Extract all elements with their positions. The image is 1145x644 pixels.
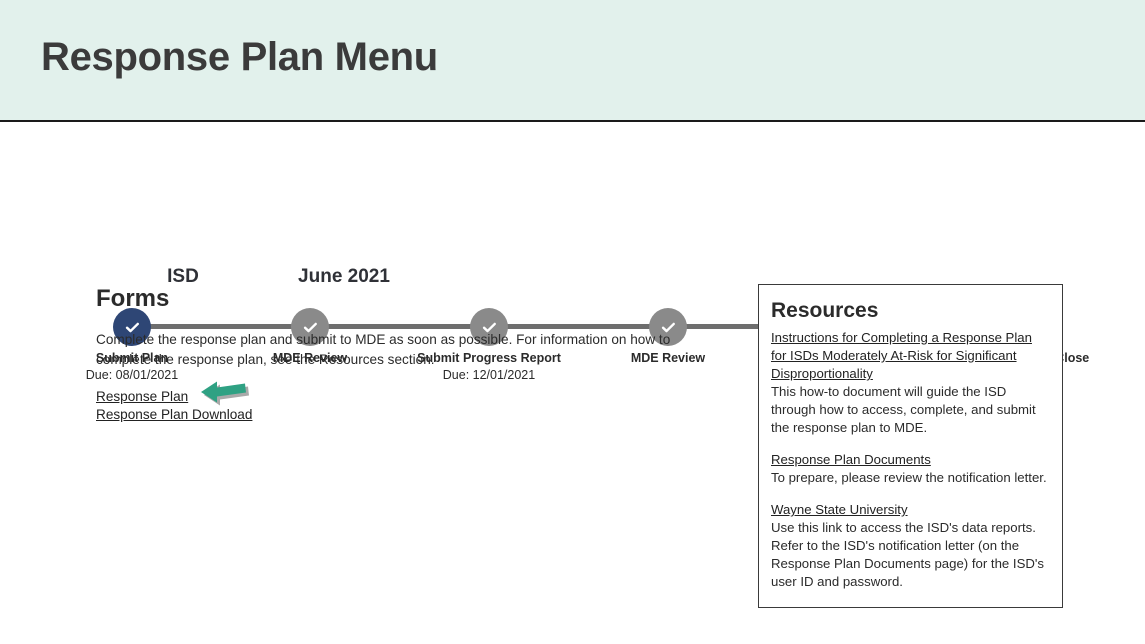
- progress-stepper: ISD June 2021 Submit Plan Due: 08/01/202…: [0, 122, 1145, 382]
- page-header: Response Plan Menu: [0, 0, 1145, 122]
- forms-intro-text: Complete the response plan and submit to…: [96, 332, 671, 368]
- main-content: Forms Complete the response plan and sub…: [0, 280, 1145, 644]
- forms-section: Forms Complete the response plan and sub…: [96, 285, 726, 424]
- resources-heading: Resources: [771, 299, 879, 322]
- link-wayne-state-university[interactable]: Wayne State University: [771, 502, 908, 517]
- resource-item: Wayne State University Use this link to …: [771, 501, 1049, 591]
- resource-description: To prepare, please review the notificati…: [771, 470, 1047, 486]
- link-instructions-response-plan[interactable]: Instructions for Completing a Response P…: [771, 330, 1032, 381]
- link-response-plan[interactable]: Response Plan: [96, 388, 188, 406]
- link-response-plan-download[interactable]: Response Plan Download: [96, 406, 252, 424]
- page-title: Response Plan Menu: [41, 35, 438, 79]
- resource-description: Use this link to access the ISD's data r…: [771, 520, 1045, 590]
- resource-item: Instructions for Completing a Response P…: [771, 329, 1049, 437]
- forms-heading: Forms: [96, 285, 170, 312]
- resource-description: This how-to document will guide the ISD …: [771, 384, 1036, 436]
- link-response-plan-documents[interactable]: Response Plan Documents: [771, 452, 931, 467]
- resource-item: Response Plan Documents To prepare, plea…: [771, 451, 1049, 487]
- resources-panel: Resources Instructions for Completing a …: [758, 284, 1063, 608]
- forms-link-list: Response Plan Response Plan Download: [96, 388, 726, 424]
